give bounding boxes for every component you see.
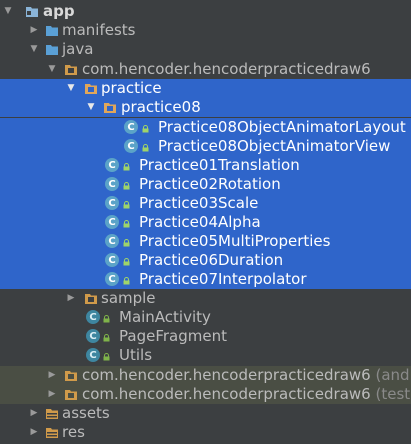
class-icon: C: [105, 196, 119, 210]
lock-icon: [123, 220, 130, 228]
tree-label: Practice07Interpolator: [139, 270, 307, 288]
tree-node-class[interactable]: C Practice06Duration: [0, 251, 411, 270]
module-folder-icon: [26, 7, 38, 17]
tree-node-sample[interactable]: ▶ sample: [0, 289, 411, 308]
tree-label: java: [62, 40, 94, 58]
class-icon: C: [105, 215, 119, 229]
source-folder-icon: [46, 45, 58, 55]
tree-label: Practice03Scale: [139, 194, 259, 212]
tree-node-manifests[interactable]: ▶ manifests: [0, 21, 411, 40]
tree-node-class[interactable]: C Utils: [0, 346, 411, 365]
tree-node-class[interactable]: C Practice08ObjectAnimatorView: [0, 137, 411, 156]
class-icon: C: [86, 329, 100, 343]
class-icon: C: [105, 272, 119, 286]
chevron-down-icon[interactable]: ▼: [29, 44, 39, 54]
chevron-right-icon[interactable]: ▶: [47, 389, 57, 399]
tree-node-class[interactable]: C PageFragment: [0, 327, 411, 346]
tree-node-class[interactable]: C MainActivity: [0, 308, 411, 327]
tree-label: practice08: [121, 98, 201, 116]
chevron-down-icon[interactable]: ▼: [66, 83, 76, 93]
tree-label: com.hencoder.hencoderpracticedraw6 (andr…: [82, 366, 411, 385]
tree-node-class[interactable]: C Practice07Interpolator: [0, 270, 411, 289]
tree-node-package-test[interactable]: ▶ com.hencoder.hencoderpracticedraw6 (te…: [0, 385, 411, 404]
package-icon: [85, 84, 97, 94]
tree-label: PageFragment: [119, 327, 227, 345]
class-icon: C: [105, 253, 119, 267]
tree-node-class[interactable]: C Practice01Translation: [0, 156, 411, 175]
tree-label: Practice04Alpha: [139, 213, 261, 231]
tree-label: Practice05MultiProperties: [139, 232, 331, 250]
tree-node-class[interactable]: C Practice04Alpha: [0, 213, 411, 232]
class-icon: C: [105, 234, 119, 248]
lock-icon: [123, 163, 130, 171]
tree-label: Practice06Duration: [139, 251, 284, 269]
lock-icon: [123, 182, 130, 190]
tree-label: Practice02Rotation: [139, 175, 281, 193]
chevron-down-icon[interactable]: ▼: [86, 102, 96, 112]
chevron-right-icon[interactable]: ▶: [29, 25, 39, 35]
tree-node-class[interactable]: C Practice03Scale: [0, 194, 411, 213]
chevron-down-icon[interactable]: ▼: [3, 6, 13, 16]
tree-node-practice[interactable]: ▼ practice: [0, 79, 411, 98]
class-icon: C: [124, 120, 138, 134]
lock-icon: [123, 239, 130, 247]
lock-icon: [123, 277, 130, 285]
tree-label: Utils: [119, 346, 153, 364]
class-icon: C: [105, 177, 119, 191]
lock-icon: [103, 353, 110, 361]
tree-label: Practice08ObjectAnimatorLayout: [158, 118, 406, 136]
chevron-right-icon[interactable]: ▶: [29, 427, 39, 437]
chevron-right-icon[interactable]: ▶: [66, 293, 76, 303]
tree-node-class[interactable]: C Practice05MultiProperties: [0, 232, 411, 251]
tree-node-practice08[interactable]: ▼ practice08: [0, 98, 411, 117]
chevron-right-icon[interactable]: ▶: [47, 370, 57, 380]
lock-icon: [142, 144, 149, 152]
tree-label: res: [62, 423, 85, 441]
tree-node-app[interactable]: ▼ app: [0, 2, 411, 21]
tree-node-class[interactable]: C Practice08ObjectAnimatorLayout: [0, 118, 411, 137]
tree-node-class[interactable]: C Practice02Rotation: [0, 175, 411, 194]
tree-node-java[interactable]: ▼ java: [0, 40, 411, 59]
tree-label: assets: [62, 404, 110, 422]
resource-folder-icon: [46, 409, 58, 419]
package-suffix: (androi: [375, 366, 411, 384]
class-icon: C: [86, 310, 100, 324]
package-icon: [65, 390, 77, 400]
package-name: com.hencoder.hencoderpracticedraw6: [82, 385, 371, 403]
package-icon: [85, 294, 97, 304]
tree-label: MainActivity: [119, 308, 211, 326]
lock-icon: [103, 334, 110, 342]
tree-label: app: [43, 2, 75, 20]
tree-node-package-androidtest[interactable]: ▶ com.hencoder.hencoderpracticedraw6 (an…: [0, 366, 411, 385]
tree-label: com.hencoder.hencoderpracticedraw6 (test…: [82, 385, 411, 404]
tree-label: sample: [101, 289, 156, 307]
package-icon: [65, 371, 77, 381]
package-name: com.hencoder.hencoderpracticedraw6: [82, 366, 371, 384]
tree-node-assets[interactable]: ▶ assets: [0, 404, 411, 423]
lock-icon: [123, 201, 130, 209]
class-icon: C: [124, 139, 138, 153]
class-icon: C: [105, 158, 119, 172]
lock-icon: [123, 258, 130, 266]
tree-label: Practice01Translation: [139, 156, 300, 174]
tree-label: practice: [101, 79, 162, 97]
folder-icon: [46, 26, 58, 36]
lock-icon: [142, 125, 149, 133]
resource-folder-icon: [46, 428, 58, 438]
tree-label: Practice08ObjectAnimatorView: [158, 137, 391, 155]
tree-label: com.hencoder.hencoderpracticedraw6: [82, 60, 371, 78]
tree-label: manifests: [62, 21, 136, 39]
package-icon: [65, 65, 77, 75]
class-icon: C: [86, 348, 100, 362]
tree-node-package-main[interactable]: ▼ com.hencoder.hencoderpracticedraw6: [0, 60, 411, 79]
package-icon: [104, 103, 116, 113]
chevron-right-icon[interactable]: ▶: [29, 408, 39, 418]
chevron-down-icon[interactable]: ▼: [47, 64, 57, 74]
package-suffix: (test): [375, 385, 411, 403]
lock-icon: [103, 315, 110, 323]
tree-node-res[interactable]: ▶ res: [0, 423, 411, 442]
